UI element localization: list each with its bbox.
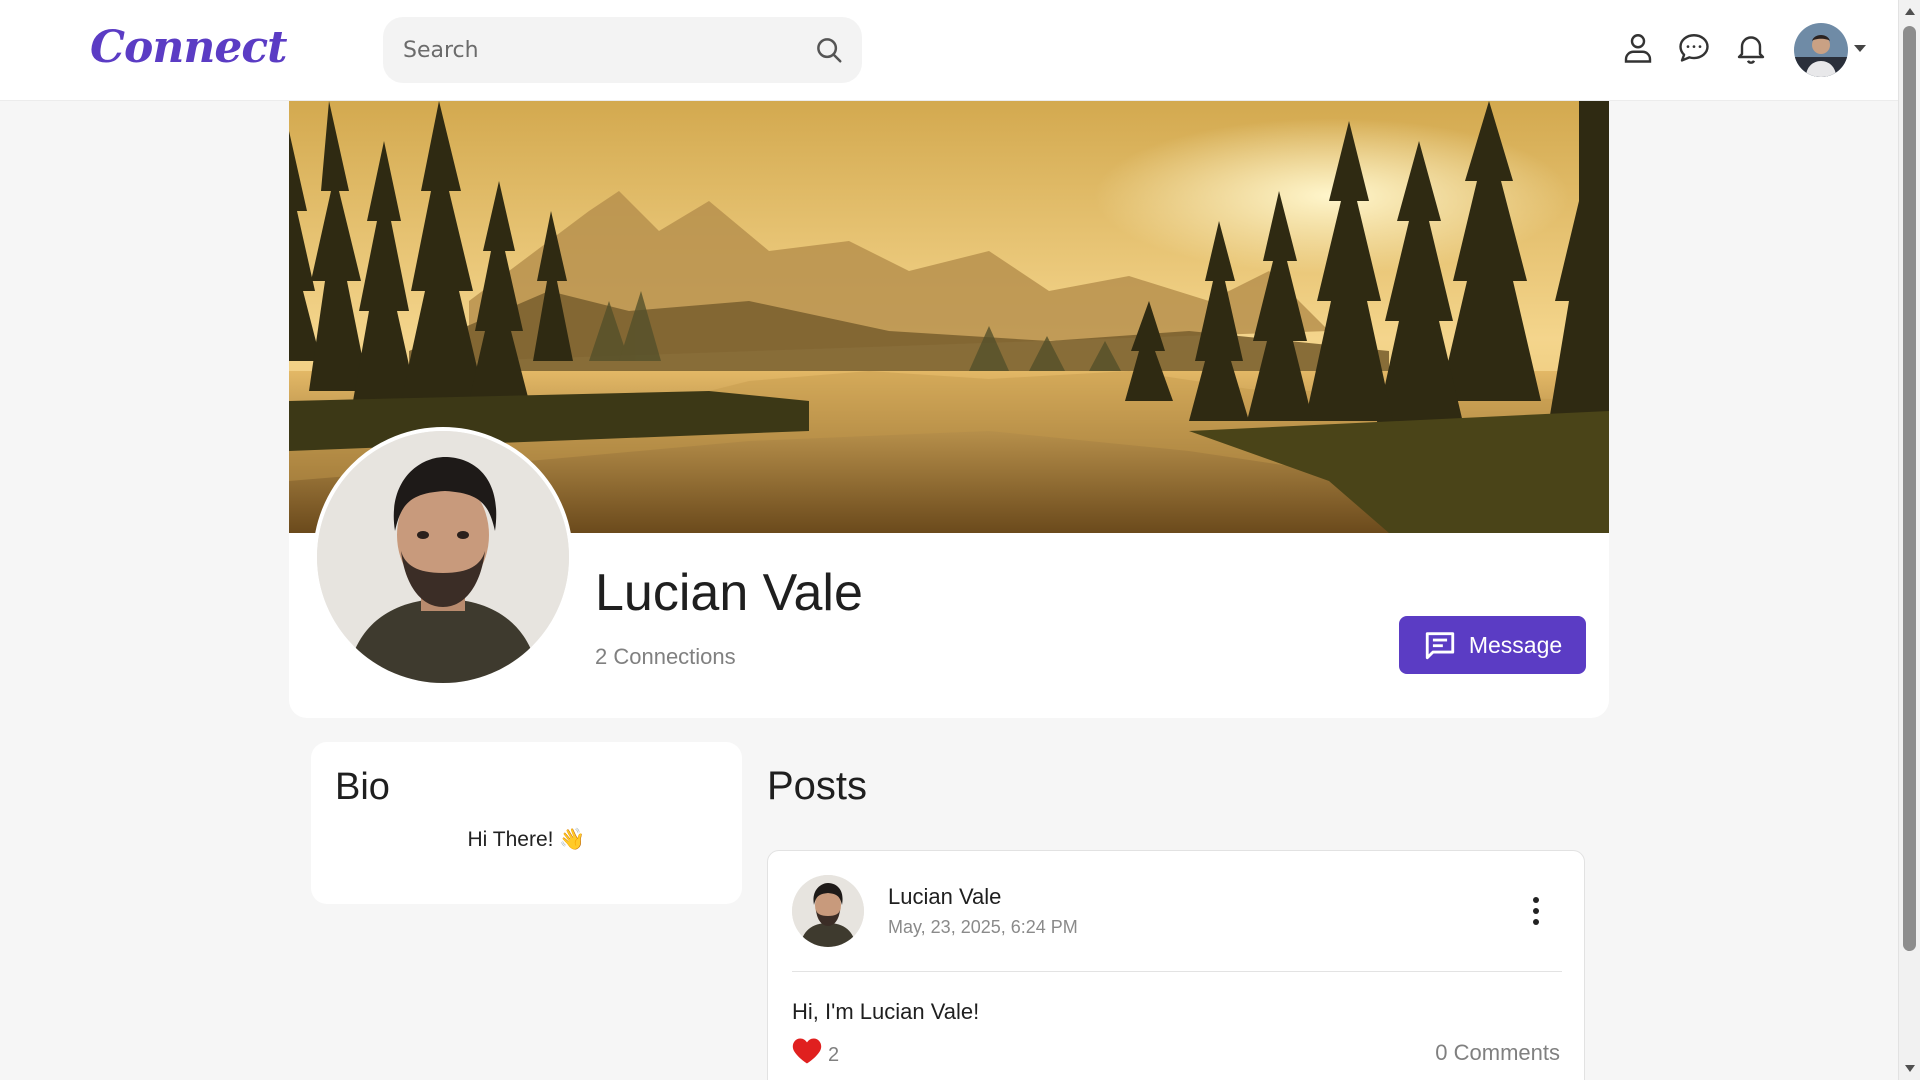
bio-card: Bio Hi There! 👋 — [311, 742, 742, 904]
top-navbar: Connect — [0, 0, 1898, 101]
search-input[interactable] — [403, 17, 783, 83]
scroll-thumb[interactable] — [1903, 26, 1916, 951]
scroll-down-arrow-icon[interactable] — [1904, 1064, 1916, 1074]
comments-count[interactable]: 0 Comments — [1435, 1040, 1560, 1066]
bell-icon[interactable] — [1733, 30, 1769, 66]
post-timestamp: May, 23, 2025, 6:24 PM — [888, 917, 1078, 937]
page-scrollbar[interactable] — [1898, 0, 1920, 1080]
post-card: Lucian Vale May, 23, 2025, 6:24 PM Hi, I… — [767, 850, 1585, 1080]
search-bar[interactable] — [383, 17, 862, 83]
post-text: Hi, I'm Lucian Vale! — [792, 999, 980, 1024]
user-icon[interactable] — [1620, 30, 1656, 66]
caret-down-icon[interactable] — [1853, 43, 1867, 53]
search-icon[interactable] — [814, 35, 844, 65]
scroll-up-arrow-icon[interactable] — [1904, 6, 1916, 16]
chat-icon[interactable] — [1676, 30, 1712, 66]
profile-avatar[interactable] — [313, 427, 573, 687]
heart-icon[interactable] — [792, 1037, 822, 1065]
post-divider — [792, 971, 1562, 972]
message-button-label: Message — [1468, 631, 1563, 658]
user-avatar[interactable] — [1794, 23, 1848, 77]
message-icon — [1425, 632, 1454, 660]
like-count: 2 — [828, 1044, 840, 1066]
posts-title: Posts — [767, 764, 868, 808]
profile-card: Lucian Vale 2 Connections Message — [289, 101, 1609, 718]
app-logo[interactable]: Connect — [90, 22, 287, 73]
more-options-icon[interactable] — [1530, 895, 1542, 927]
connections-count[interactable]: 2 Connections — [595, 644, 736, 670]
bio-title: Bio — [335, 766, 390, 808]
message-button[interactable]: Message — [1399, 616, 1586, 674]
post-author-avatar[interactable] — [792, 875, 864, 947]
post-author-name[interactable]: Lucian Vale — [888, 884, 1001, 910]
profile-name: Lucian Vale — [595, 564, 863, 622]
bio-text: Hi There! 👋 — [467, 828, 586, 851]
